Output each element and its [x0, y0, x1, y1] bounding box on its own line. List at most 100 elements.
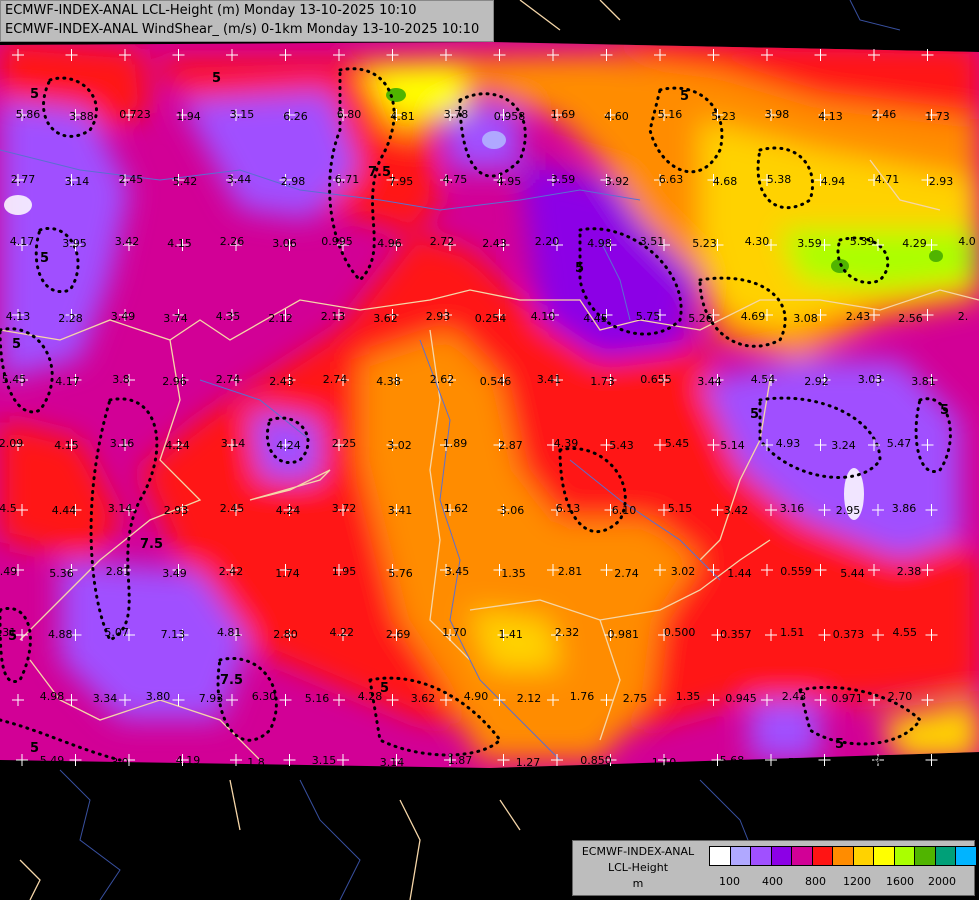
station-value: 3.14 — [65, 175, 90, 188]
legend-swatch — [893, 846, 916, 866]
station-value: 2.43 — [269, 375, 294, 388]
station-value: 4.94 — [821, 175, 846, 188]
color-legend: ECMWF-INDEX-ANAL LCL-Height m 100 400 80… — [572, 840, 977, 896]
station-value: 5.44 — [840, 567, 865, 580]
legend-title-line-1: ECMWF-INDEX-ANAL — [581, 845, 695, 858]
station-value: 2.93 — [929, 175, 954, 188]
station-value: 5.68 — [720, 754, 745, 767]
station-value: 4.98 — [40, 690, 65, 703]
station-value: 2.92 — [804, 375, 829, 388]
station-value: 3.88 — [69, 110, 94, 123]
station-value: 0.254 — [475, 312, 507, 325]
station-value: 4.31 — [0, 626, 16, 639]
station-value: 1.44 — [727, 567, 752, 580]
station-value: 4.75 — [443, 173, 468, 186]
station-value: 6.10 — [612, 504, 637, 517]
contour-label: 5 — [212, 71, 221, 86]
contour-label: 5 — [575, 261, 584, 276]
station-value: 0.559 — [780, 565, 812, 578]
station-value: 2.95 — [836, 504, 861, 517]
legend-swatch — [832, 846, 854, 866]
station-value: 1.73 — [590, 375, 615, 388]
station-value: 5.23 — [692, 237, 717, 250]
station-value: 5.36 — [49, 567, 74, 580]
station-value: 0.546 — [480, 375, 512, 388]
station-value: 2.39 — [856, 754, 881, 767]
station-value: 1.10 — [652, 756, 677, 769]
contour-label: 5 — [30, 87, 39, 102]
station-value: 3.0 — [111, 756, 129, 769]
station-value: 0.723 — [119, 108, 151, 121]
station-value: 1.89 — [443, 437, 468, 450]
station-value: 2.12 — [517, 692, 542, 705]
legend-tick: 100 — [719, 875, 740, 888]
station-value: 2.43 — [782, 690, 807, 703]
station-value: 2. — [958, 310, 969, 323]
contour-label: 5 — [940, 403, 949, 418]
station-value: 7.13 — [161, 628, 186, 641]
map-canvas: 5 5 5 5 5 5 5 5 5 5 5 5 7.5 7.5 7.5 5.86… — [0, 0, 979, 900]
station-value: 5.39 — [850, 235, 875, 248]
station-value: 5.86 — [16, 108, 41, 121]
station-value: 2.43 — [482, 237, 507, 250]
station-value: 2.81 — [106, 565, 131, 578]
station-value: 4.13 — [6, 310, 31, 323]
station-value: 2.13 — [321, 310, 346, 323]
station-value: 3.42 — [115, 235, 140, 248]
station-value: 4.28 — [358, 690, 383, 703]
legend-tick: 800 — [805, 875, 826, 888]
station-value: 3.06 — [500, 504, 525, 517]
station-value: 4.5 — [0, 502, 17, 515]
station-value: 4.69 — [741, 310, 766, 323]
station-value: 3.34 — [93, 692, 118, 705]
station-value: 4.90 — [464, 690, 489, 703]
station-value: 2.28 — [58, 312, 83, 325]
station-value: 3.59 — [797, 237, 822, 250]
legend-tick: 1600 — [886, 875, 914, 888]
station-value: 2.09 — [0, 437, 23, 450]
station-value: 1.70 — [442, 626, 467, 639]
station-value: 4.15 — [167, 237, 192, 250]
station-value: 5.43 — [609, 439, 634, 452]
legend-units: m — [632, 877, 644, 890]
station-value: 3.02 — [671, 565, 696, 578]
station-value: 2.62 — [430, 373, 455, 386]
station-value: 2.75 — [623, 692, 648, 705]
station-value: 2.38 — [897, 565, 922, 578]
legend-swatch — [791, 846, 813, 866]
station-value: 2.20 — [535, 235, 560, 248]
station-value: 4.22 — [330, 626, 355, 639]
station-value: 3.14 — [380, 756, 405, 769]
station-value: 5.14 — [720, 439, 745, 452]
station-value: 5.26 — [688, 312, 713, 325]
legend-swatch — [770, 846, 793, 866]
station-value: 2.93 — [426, 310, 451, 323]
station-value: 6.13 — [556, 502, 581, 515]
station-value: 5.38 — [767, 173, 792, 186]
grid-plus — [925, 754, 938, 766]
contour-label: 5 — [750, 407, 759, 422]
station-value: 3.41 — [388, 504, 413, 517]
station-value: 4.24 — [276, 504, 301, 517]
station-value: 2.56 — [898, 312, 923, 325]
station-value: 0.958 — [494, 110, 526, 123]
station-value: 2.74 — [216, 373, 241, 386]
station-value: 4.24 — [276, 439, 301, 452]
legend-swatch — [934, 846, 957, 866]
contour-label: 5 — [835, 737, 844, 752]
station-value: 3.15 — [230, 108, 255, 121]
contour-label: 7.5 — [368, 165, 391, 180]
station-value: 3.92 — [605, 175, 630, 188]
station-value: 4.19 — [176, 754, 201, 767]
station-value: 1.8 — [247, 756, 265, 769]
station-value: 4.71 — [875, 173, 900, 186]
station-value: 3.45 — [445, 565, 470, 578]
station-value: 3.98 — [765, 108, 790, 121]
station-value: 3.16 — [780, 502, 805, 515]
station-value: 1.74 — [275, 567, 300, 580]
station-value: 6.30 — [252, 690, 277, 703]
station-value: 1.95 — [332, 565, 357, 578]
station-value: 2.93 — [164, 504, 189, 517]
station-value: 1.73 — [925, 110, 950, 123]
station-value: 3.78 — [444, 108, 469, 121]
